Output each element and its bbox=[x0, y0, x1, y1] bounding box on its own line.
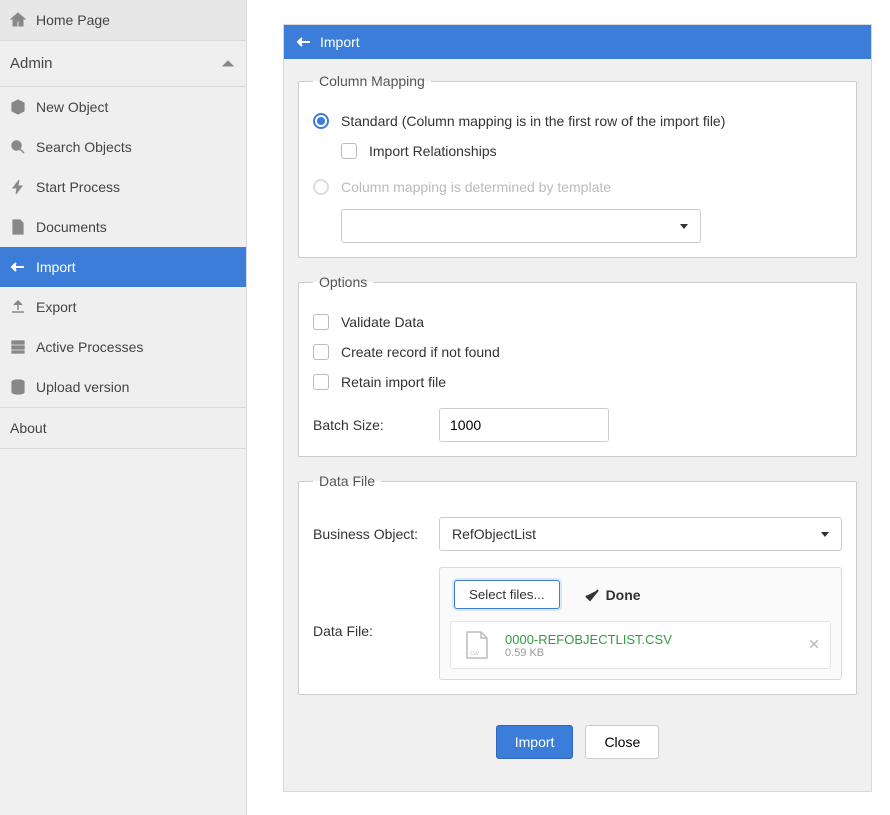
arrow-left-icon bbox=[10, 259, 26, 275]
sidebar-about-label: About bbox=[10, 420, 236, 436]
data-file-legend: Data File bbox=[313, 473, 381, 489]
sidebar-item-export[interactable]: Export bbox=[0, 287, 246, 327]
stack-icon bbox=[10, 339, 26, 355]
sidebar-label: Home Page bbox=[36, 12, 236, 28]
options-fieldset: Options Validate Data Create record if n… bbox=[298, 274, 857, 457]
checkbox-icon bbox=[341, 143, 357, 159]
sidebar-admin-header[interactable]: Admin bbox=[0, 41, 246, 87]
business-object-value: RefObjectList bbox=[452, 526, 536, 542]
upload-icon bbox=[10, 299, 26, 315]
sidebar-item-label: Start Process bbox=[36, 179, 236, 195]
sidebar-item-label: Documents bbox=[36, 219, 236, 235]
checkbox-retain-file[interactable]: Retain import file bbox=[313, 374, 842, 390]
sidebar-item-active-processes[interactable]: Active Processes bbox=[0, 327, 246, 367]
checkbox-icon bbox=[313, 374, 329, 390]
sidebar-about[interactable]: About bbox=[0, 408, 246, 448]
chevron-down-icon bbox=[821, 532, 829, 537]
sidebar-item-label: Export bbox=[36, 299, 236, 315]
checkbox-label: Validate Data bbox=[341, 314, 424, 330]
checkbox-label: Create record if not found bbox=[341, 344, 500, 360]
business-object-row: Business Object: RefObjectList bbox=[313, 517, 842, 551]
sidebar-item-label: New Object bbox=[36, 99, 236, 115]
file-upload-panel: Select files... Done bbox=[439, 567, 842, 680]
checkbox-label: Retain import file bbox=[341, 374, 446, 390]
uploaded-file-entry: csv 0000-REFOBJECTLIST.CSV 0.59 KB bbox=[450, 621, 831, 669]
sidebar-item-label: Upload version bbox=[36, 379, 236, 395]
sidebar-item-new-object[interactable]: New Object bbox=[0, 87, 246, 127]
panel-title: Import bbox=[320, 34, 360, 50]
checkbox-validate-data[interactable]: Validate Data bbox=[313, 314, 842, 330]
file-name: 0000-REFOBJECTLIST.CSV bbox=[505, 632, 796, 647]
checkbox-icon bbox=[313, 344, 329, 360]
close-button[interactable]: Close bbox=[585, 725, 659, 759]
business-object-label: Business Object: bbox=[313, 526, 425, 542]
radio-label: Standard (Column mapping is in the first… bbox=[341, 113, 725, 129]
data-file-label: Data File: bbox=[313, 551, 425, 680]
column-mapping-fieldset: Column Mapping Standard (Column mapping … bbox=[298, 73, 857, 258]
template-select[interactable] bbox=[341, 209, 701, 243]
search-icon bbox=[10, 139, 26, 155]
sidebar-item-documents[interactable]: Documents bbox=[0, 207, 246, 247]
sidebar-item-label: Active Processes bbox=[36, 339, 236, 355]
batch-size-stepper bbox=[439, 408, 609, 442]
file-size: 0.59 KB bbox=[505, 647, 796, 659]
checkbox-label: Import Relationships bbox=[369, 143, 497, 159]
select-files-button[interactable]: Select files... bbox=[454, 580, 560, 609]
panel-body: Column Mapping Standard (Column mapping … bbox=[284, 59, 871, 791]
sidebar-item-start-process[interactable]: Start Process bbox=[0, 167, 246, 207]
radio-standard[interactable]: Standard (Column mapping is in the first… bbox=[313, 113, 842, 129]
csv-file-icon: csv bbox=[461, 630, 493, 660]
sidebar-item-label: Import bbox=[36, 259, 236, 275]
svg-text:csv: csv bbox=[470, 651, 479, 657]
cube-icon bbox=[10, 99, 26, 115]
chevron-up-icon bbox=[220, 56, 236, 72]
batch-size-row: Batch Size: bbox=[313, 408, 842, 442]
arrow-left-icon bbox=[296, 34, 312, 50]
import-panel: Import Column Mapping Standard (Column m… bbox=[283, 24, 872, 792]
batch-size-input[interactable] bbox=[440, 409, 609, 441]
check-icon bbox=[584, 587, 600, 603]
sidebar-item-search-objects[interactable]: Search Objects bbox=[0, 127, 246, 167]
batch-size-label: Batch Size: bbox=[313, 417, 425, 433]
radio-icon bbox=[313, 113, 329, 129]
chevron-down-icon bbox=[680, 224, 688, 229]
home-icon bbox=[10, 12, 26, 28]
options-legend: Options bbox=[313, 274, 373, 290]
sidebar-home[interactable]: Home Page bbox=[0, 0, 246, 40]
main-content: Import Column Mapping Standard (Column m… bbox=[247, 0, 890, 815]
column-mapping-legend: Column Mapping bbox=[313, 73, 431, 89]
sidebar-item-label: Search Objects bbox=[36, 139, 236, 155]
data-file-fieldset: Data File Business Object: RefObjectList… bbox=[298, 473, 857, 695]
business-object-select[interactable]: RefObjectList bbox=[439, 517, 842, 551]
import-button[interactable]: Import bbox=[496, 725, 574, 759]
radio-label: Column mapping is determined by template bbox=[341, 179, 611, 195]
sidebar-section-label: Admin bbox=[10, 55, 210, 72]
upload-done-status: Done bbox=[584, 587, 641, 603]
document-icon bbox=[10, 219, 26, 235]
checkbox-icon bbox=[313, 314, 329, 330]
database-icon bbox=[10, 379, 26, 395]
radio-icon bbox=[313, 179, 329, 195]
remove-file-button[interactable] bbox=[808, 637, 820, 653]
checkbox-create-record[interactable]: Create record if not found bbox=[313, 344, 842, 360]
lightning-icon bbox=[10, 179, 26, 195]
sidebar-item-import[interactable]: Import bbox=[0, 247, 246, 287]
done-label: Done bbox=[606, 587, 641, 603]
panel-footer: Import Close bbox=[298, 711, 857, 777]
panel-header: Import bbox=[284, 25, 871, 59]
sidebar-item-upload-version[interactable]: Upload version bbox=[0, 367, 246, 407]
checkbox-import-relationships[interactable]: Import Relationships bbox=[313, 143, 842, 159]
sidebar: Home Page Admin New Object Search Object… bbox=[0, 0, 247, 815]
radio-template[interactable]: Column mapping is determined by template bbox=[313, 179, 842, 195]
